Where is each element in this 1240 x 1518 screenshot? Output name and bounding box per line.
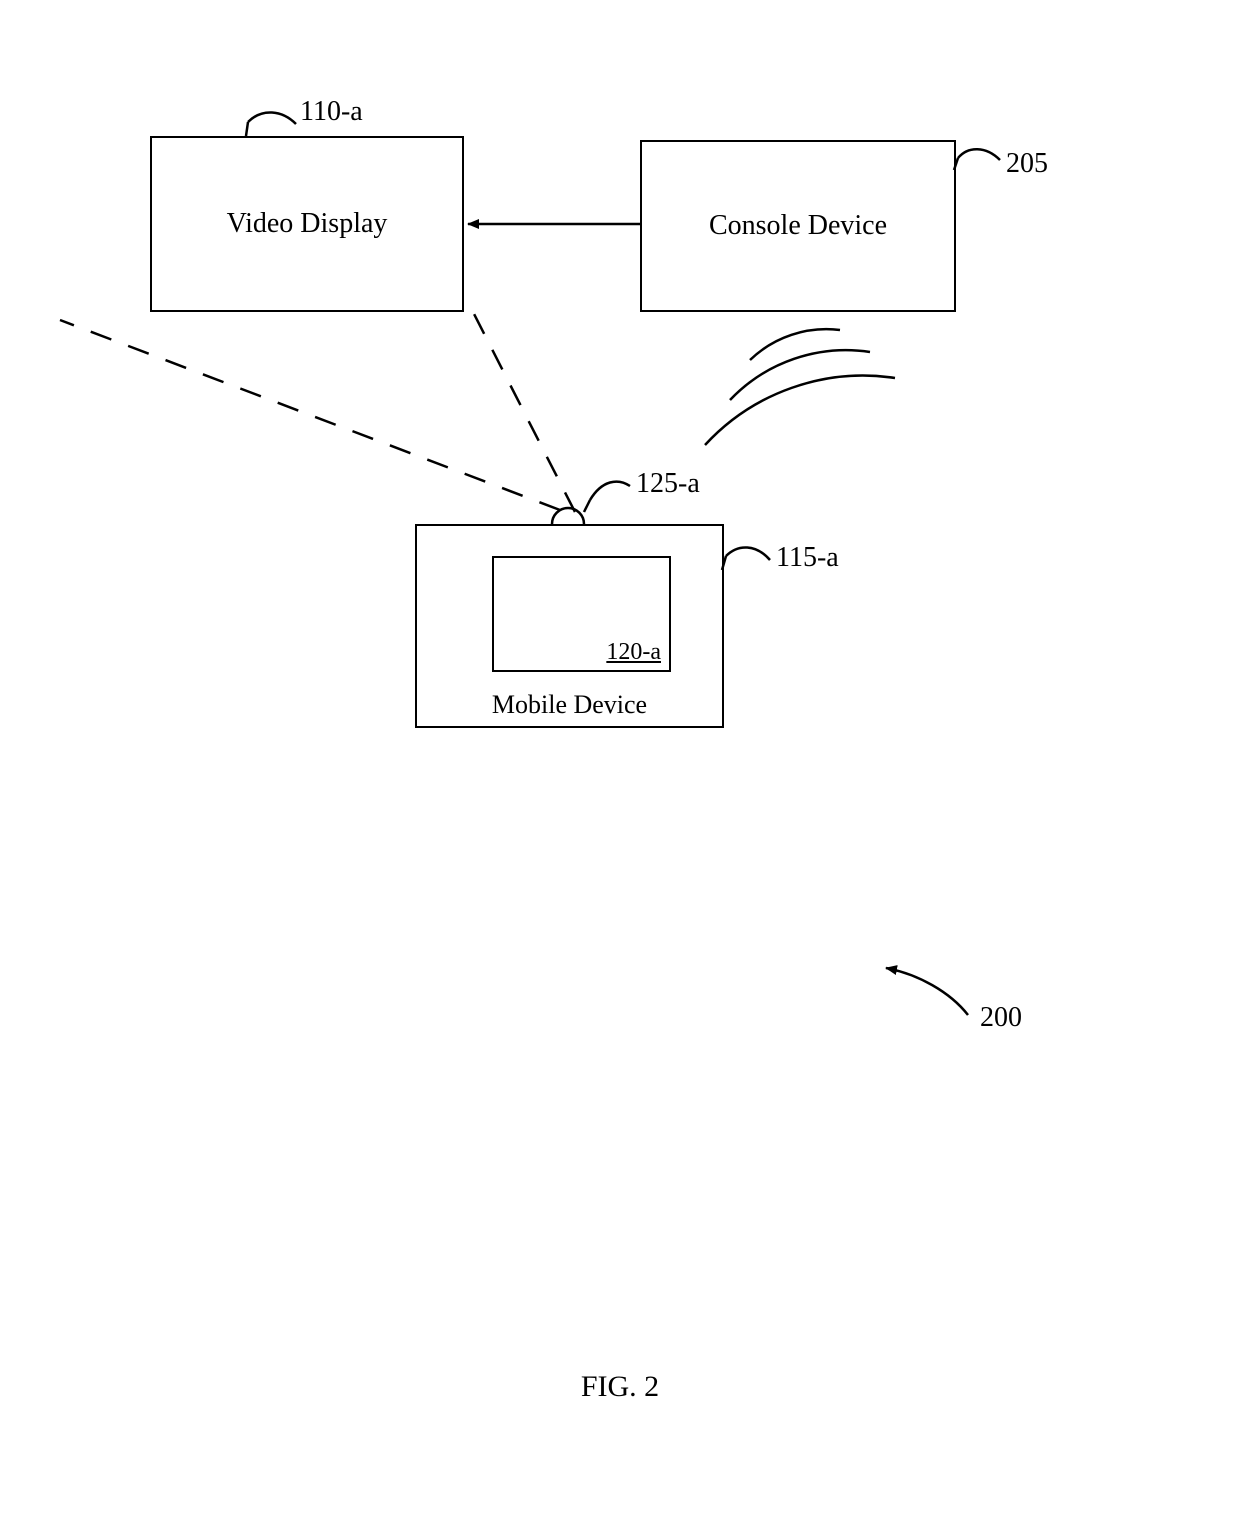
ref-overall: 200: [980, 1002, 1022, 1034]
ref-mobile-box: 115-a: [776, 542, 839, 574]
ref-video-display: 110-a: [300, 96, 363, 128]
ref-console-device: 205: [1006, 148, 1048, 180]
mobile-device-inner-display: 120-a: [492, 556, 671, 672]
video-display-box: Video Display: [150, 136, 464, 312]
mobile-device-caption: Mobile Device: [417, 690, 722, 720]
video-display-label: Video Display: [227, 208, 388, 240]
console-device-label: Console Device: [709, 210, 887, 242]
figure-caption: FIG. 2: [0, 1370, 1240, 1404]
mobile-device-inner-ref: 120-a: [606, 639, 661, 666]
ref-camera: 125-a: [636, 468, 700, 500]
diagram-canvas: Video Display Console Device 120-a Mobil…: [0, 0, 1240, 1518]
mobile-device-box: 120-a Mobile Device: [415, 524, 724, 728]
console-device-box: Console Device: [640, 140, 956, 312]
